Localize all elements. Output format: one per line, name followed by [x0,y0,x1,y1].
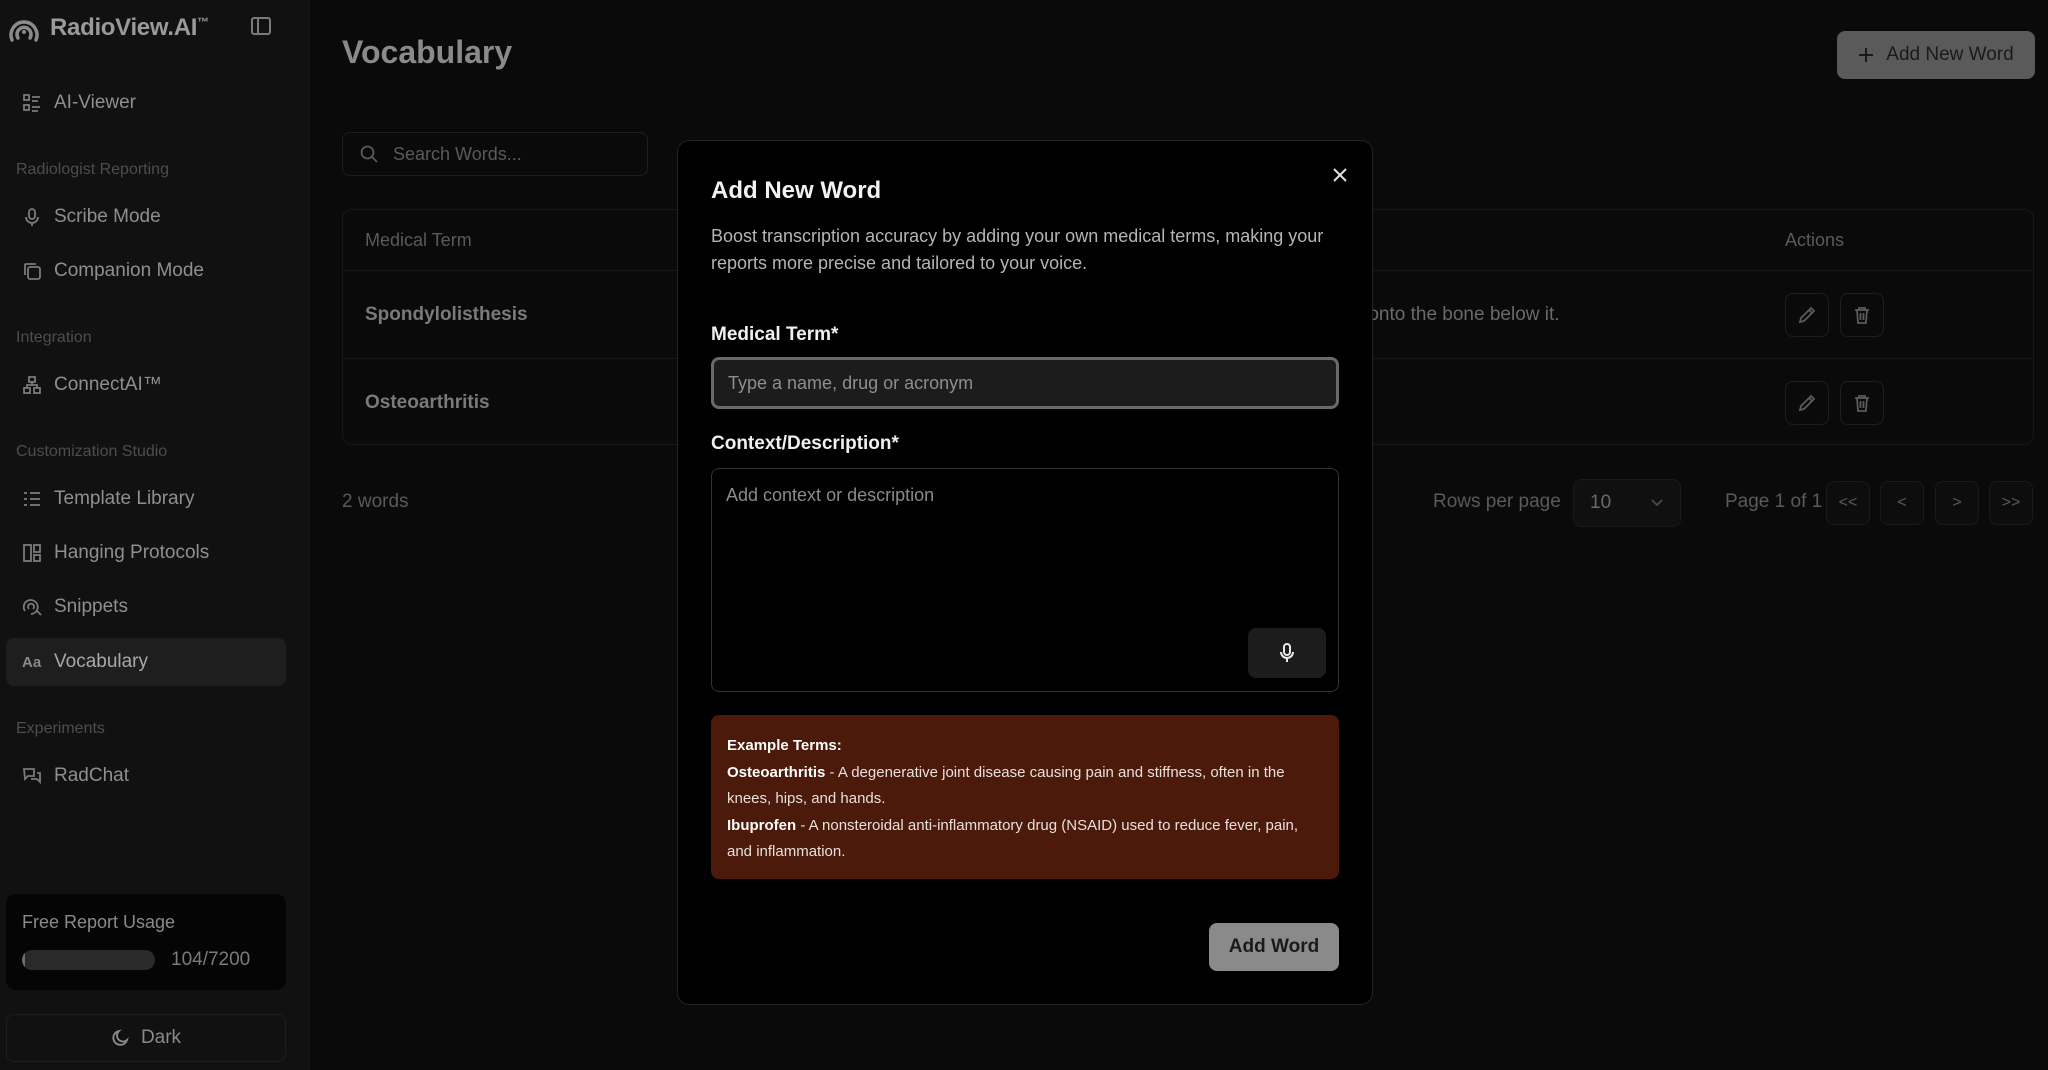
copy-icon [24,263,41,280]
previous-page-button[interactable]: < [1880,481,1924,525]
column-header-actions: Actions [1785,229,1845,250]
add-new-word-label: Add New Word [1886,44,2014,65]
sidebar-item-vocabulary[interactable]: Aa Vocabulary [6,638,286,686]
column-header-term: Medical Term [365,229,472,250]
term-cell: Spondylolisthesis [365,304,528,325]
rows-per-page-label: Rows per page [1433,491,1561,512]
sidebar-item-label: ConnectAI™ [54,374,162,395]
sidebar: RadioView.AI™ AI-Viewer Radiologist Repo… [0,0,310,1070]
chat-icon [23,768,41,785]
sidebar-item-template-library[interactable]: Template Library [6,475,286,523]
usage-card: Free Report Usage 104/7200 [6,894,286,990]
mic-icon [25,208,39,226]
snippet-icon [22,599,42,616]
last-page-button[interactable]: >> [1989,481,2033,525]
page-info: Page 1 of 1 [1725,491,1823,512]
theme-label: Dark [140,1027,182,1048]
term-cell: Osteoarthritis [365,392,490,413]
sidebar-item-connectai[interactable]: ConnectAI™ [6,361,286,409]
sidebar-item-radchat[interactable]: RadChat [6,752,286,800]
example-terms-box: Example Terms: Osteoarthritis - A degene… [711,715,1339,879]
list-icon [23,94,40,112]
sidebar-item-label: AI-Viewer [54,92,137,113]
sidebar-item-ai-viewer[interactable]: AI-Viewer [6,79,286,127]
text-aa-icon: Aa [22,653,42,671]
sidebar-item-scribe-mode[interactable]: Scribe Mode [6,193,286,241]
description-cell: ce onto the bone below it. [1343,304,1560,325]
example-term: Osteoarthritis - A degenerative joint di… [727,760,1323,813]
word-count: 2 words [342,491,409,512]
add-word-dialog: Add New Word Boost transcription accurac… [677,140,1373,1005]
usage-count: 104/7200 [171,949,251,970]
mic-icon [1280,643,1294,662]
sidebar-toggle-icon[interactable] [250,16,274,38]
logo-text: RadioView.AI™ [50,14,209,41]
rows-per-page-value: 10 [1590,492,1612,513]
section-title-integration: Integration [16,329,92,346]
medical-term-input[interactable] [711,357,1339,409]
usage-progress-bar [22,950,155,970]
delete-button[interactable] [1840,293,1884,337]
sidebar-item-snippets[interactable]: Snippets [6,583,286,631]
sidebar-item-hanging-protocols[interactable]: Hanging Protocols [6,529,286,577]
section-title-radiologist-reporting: Radiologist Reporting [16,161,169,178]
list-icon [24,492,40,506]
search-input[interactable] [393,143,613,165]
dialog-title: Add New Word [711,177,882,204]
search-icon [360,145,378,163]
close-icon[interactable] [1328,163,1352,187]
add-word-button[interactable]: Add Word [1209,923,1339,971]
next-page-button[interactable]: > [1935,481,1979,525]
dialog-description: Boost transcription accuracy by adding y… [711,226,1324,273]
example-term: Ibuprofen - A nonsteroidal anti-inflamma… [727,813,1323,866]
first-page-button[interactable]: << [1826,481,1870,525]
trash-icon [1855,307,1869,324]
plus-icon [1859,48,1874,62]
theme-toggle-button[interactable]: Dark [6,1014,286,1062]
edit-button[interactable] [1785,381,1829,425]
page-title: Vocabulary [342,34,513,70]
search-box[interactable] [342,132,648,176]
layout-icon [23,544,41,562]
section-title-experiments: Experiments [16,720,105,737]
sidebar-item-label: Companion Mode [54,260,204,281]
logo[interactable]: RadioView.AI™ [6,12,209,44]
medical-term-label: Medical Term* [711,324,839,345]
delete-button[interactable] [1840,381,1884,425]
sidebar-item-label: Scribe Mode [54,206,161,227]
example-terms-heading: Example Terms: [727,737,842,754]
context-textarea[interactable] [711,468,1339,692]
example-term-name: Osteoarthritis [727,763,826,781]
sidebar-item-label: Template Library [54,488,195,509]
sidebar-item-label: Vocabulary [54,651,149,672]
usage-label: Free Report Usage [22,912,176,932]
usage-progress-fill [22,950,25,970]
example-term-name: Ibuprofen [727,816,797,834]
section-title-customization-studio: Customization Studio [16,443,168,460]
radio-logo-icon [9,20,39,42]
example-term-text: - A nonsteroidal anti-inflammatory drug … [727,816,1299,861]
pencil-icon [1798,306,1816,324]
sidebar-item-label: RadChat [54,765,129,786]
sidebar-item-label: Snippets [54,596,128,617]
context-label: Context/Description* [711,433,899,454]
rows-per-page-select[interactable]: 10 [1573,479,1681,527]
dictate-button[interactable] [1248,628,1326,678]
sidebar-item-label: Hanging Protocols [54,542,210,563]
chevron-down-icon [1651,499,1663,507]
edit-button[interactable] [1785,293,1829,337]
sidebar-item-companion-mode[interactable]: Companion Mode [6,247,286,295]
network-icon [23,376,41,394]
add-new-word-button[interactable]: Add New Word [1837,31,2035,79]
pencil-icon [1798,394,1816,412]
trash-icon [1855,395,1869,412]
moon-icon [112,1029,129,1046]
